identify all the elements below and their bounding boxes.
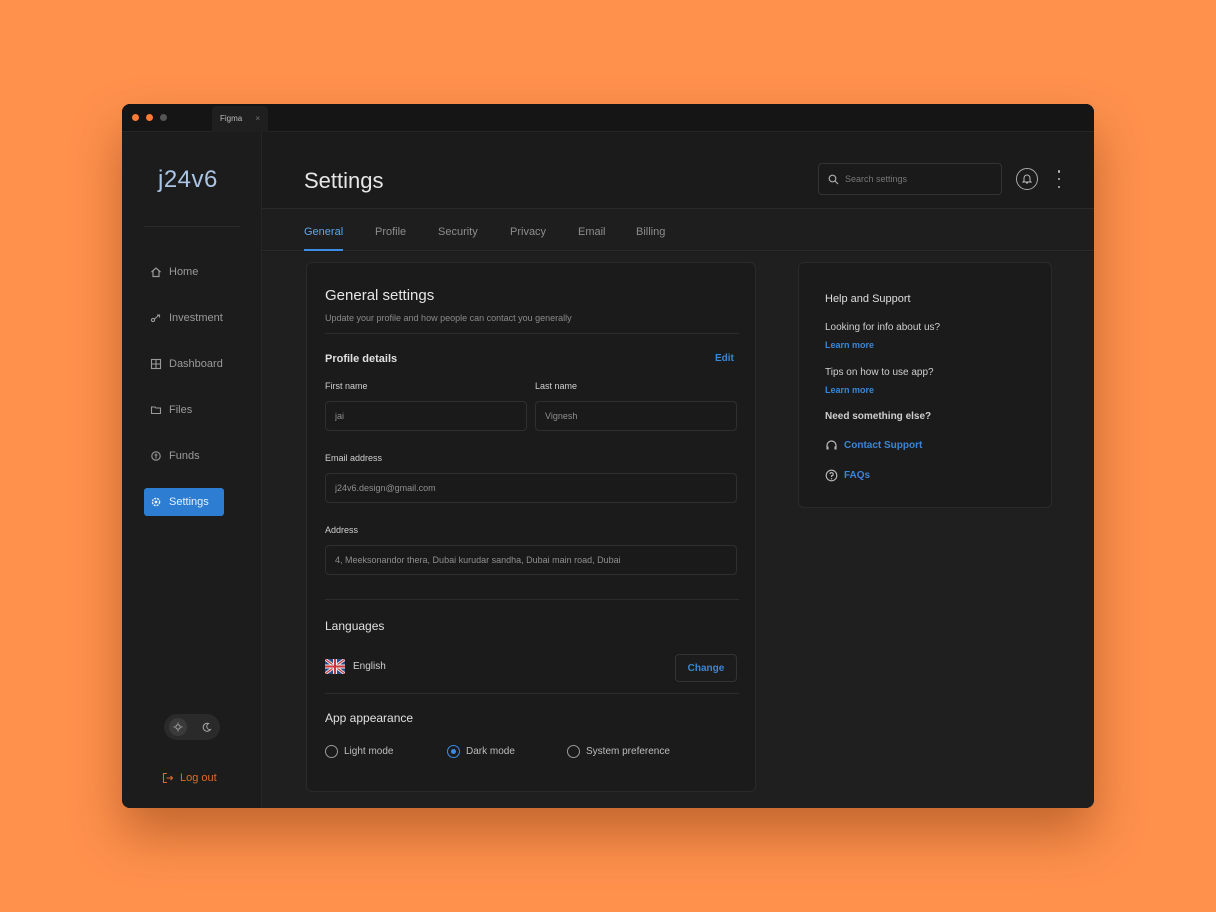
sidebar-item-investment[interactable]: Investment (144, 304, 224, 332)
general-settings-card: General settings Update your profile and… (306, 262, 756, 792)
logout-label: Log out (180, 772, 217, 784)
minimize-window-dot[interactable] (146, 114, 153, 121)
help-question-tips: Tips on how to use app? (825, 367, 934, 378)
sun-icon[interactable] (169, 718, 187, 736)
tab-privacy[interactable]: Privacy (510, 209, 546, 251)
search-icon (828, 174, 839, 184)
divider (325, 599, 739, 600)
sidebar-item-funds[interactable]: Funds (144, 442, 224, 470)
tab-bar: General Profile Security Privacy Email B… (262, 209, 1094, 251)
learn-more-tips-link[interactable]: Learn more (825, 385, 874, 395)
sidebar-item-label: Home (169, 266, 199, 278)
folder-icon (150, 406, 162, 415)
first-name-field[interactable] (325, 401, 527, 431)
contact-support-label: Contact Support (844, 440, 923, 451)
window-tab[interactable]: Figma × (212, 106, 268, 132)
sidebar-item-label: Investment (169, 312, 223, 324)
email-label: Email address (325, 453, 383, 463)
tab-profile[interactable]: Profile (375, 209, 406, 251)
divider (325, 693, 739, 694)
divider (325, 333, 739, 334)
maximize-window-dot[interactable] (160, 114, 167, 121)
dashboard-icon (150, 358, 162, 370)
system-preference-label: System preference (586, 746, 670, 757)
first-name-label: First name (325, 381, 368, 391)
learn-more-about-link[interactable]: Learn more (825, 340, 874, 350)
last-name-label: Last name (535, 381, 578, 391)
tab-general[interactable]: General (304, 209, 344, 251)
light-mode-radio[interactable] (325, 745, 338, 758)
help-title: Help and Support (825, 293, 911, 305)
headset-icon (826, 440, 837, 450)
search-box[interactable] (818, 163, 1002, 195)
theme-toggle[interactable] (164, 714, 220, 740)
sidebar-item-files[interactable]: Files (144, 396, 224, 424)
language-value: English (353, 661, 386, 672)
search-input[interactable] (845, 174, 985, 184)
tab-billing[interactable]: Billing (636, 209, 665, 251)
light-mode-label: Light mode (344, 746, 394, 757)
notification-bell-icon[interactable] (1016, 168, 1038, 190)
faqs-link[interactable]: FAQs (825, 469, 870, 482)
logout-icon (162, 772, 174, 784)
email-field[interactable] (325, 473, 737, 503)
logout-button[interactable]: Log out (162, 772, 217, 784)
system-preference-radio[interactable] (567, 745, 580, 758)
close-window-dot[interactable] (132, 114, 139, 121)
address-label: Address (325, 525, 359, 535)
dark-mode-radio[interactable] (447, 745, 460, 758)
app-appearance-label: App appearance (325, 711, 414, 725)
home-icon (151, 267, 161, 278)
sidebar-item-label: Files (169, 404, 193, 416)
dark-mode-label: Dark mode (466, 746, 515, 757)
help-question-else: Need something else? (825, 411, 932, 422)
gear-icon (151, 497, 161, 507)
sidebar-divider (144, 226, 240, 227)
funds-icon (151, 451, 161, 461)
sidebar-item-label: Settings (169, 496, 209, 508)
change-language-button[interactable]: Change (675, 654, 737, 682)
sidebar-item-label: Dashboard (169, 358, 223, 370)
edit-profile-link[interactable]: Edit (715, 353, 734, 364)
help-question-about: Looking for info about us? (825, 322, 941, 333)
sidebar-item-label: Funds (169, 450, 200, 462)
close-tab-icon[interactable]: × (255, 106, 260, 132)
contact-support-link[interactable]: Contact Support (825, 439, 922, 452)
moon-icon[interactable] (197, 718, 215, 736)
more-options-icon[interactable] (1056, 170, 1062, 188)
logo: j24v6 (158, 166, 218, 193)
address-field[interactable] (325, 545, 737, 575)
general-settings-title: General settings (325, 287, 435, 304)
title-bar: Figma × (122, 104, 1094, 132)
app-window: Figma × j24v6 Home Investment Dashboard … (122, 104, 1094, 808)
sidebar-item-home[interactable]: Home (144, 258, 224, 286)
tab-security[interactable]: Security (438, 209, 478, 251)
light-mode-option[interactable]: Light mode (325, 745, 393, 758)
dark-mode-option[interactable]: Dark mode (447, 745, 515, 758)
help-circle-icon (825, 469, 838, 482)
sidebar: j24v6 Home Investment Dashboard Files Fu… (122, 132, 262, 808)
sidebar-item-settings[interactable]: Settings (144, 488, 224, 516)
help-support-card: Help and Support Looking for info about … (798, 262, 1052, 508)
system-preference-option[interactable]: System preference (567, 745, 670, 758)
investment-icon (150, 314, 161, 323)
faqs-label: FAQs (844, 470, 871, 481)
uk-flag-icon (325, 659, 345, 674)
last-name-field[interactable] (535, 401, 737, 431)
sidebar-item-dashboard[interactable]: Dashboard (144, 350, 224, 378)
languages-label: Languages (325, 619, 385, 633)
profile-details-label: Profile details (325, 353, 398, 365)
page-title: Settings (304, 168, 384, 193)
general-settings-subtitle: Update your profile and how people can c… (325, 313, 572, 323)
tab-email[interactable]: Email (578, 209, 606, 251)
window-tab-label: Figma (220, 114, 243, 123)
